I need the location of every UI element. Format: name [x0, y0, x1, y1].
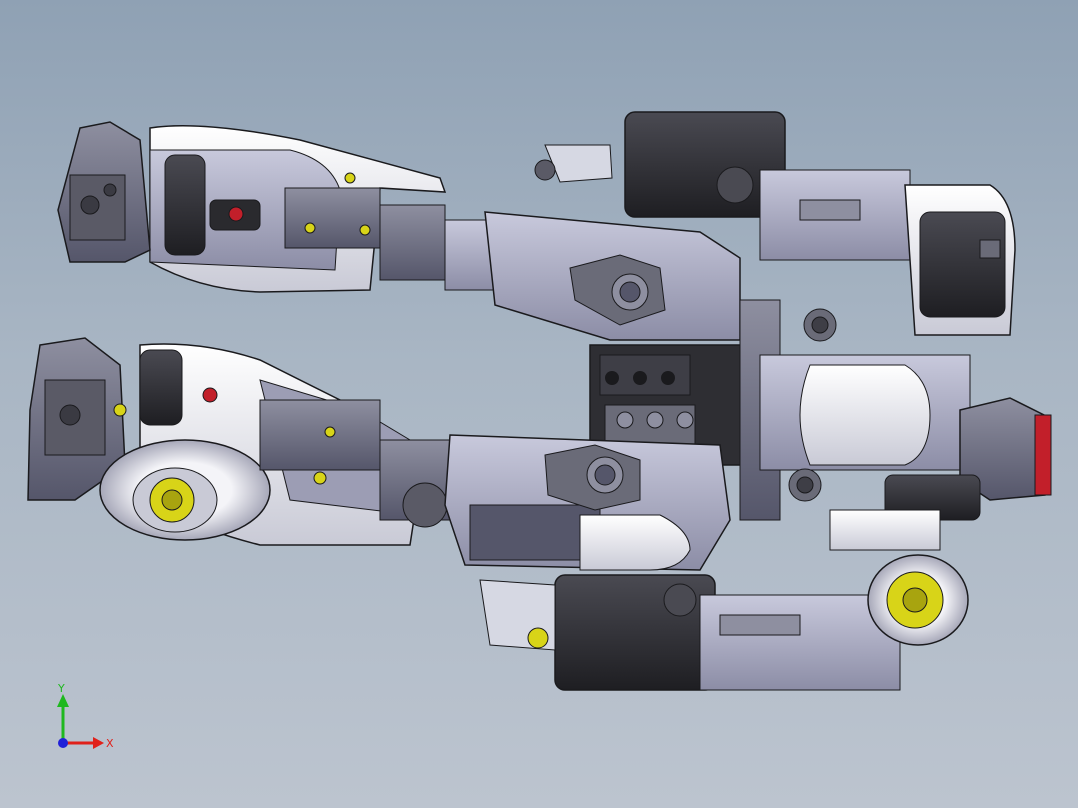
y-axis-arrow-icon — [57, 694, 69, 707]
lower-thigh-block[interactable] — [444, 434, 731, 571]
leg-wheel — [99, 439, 271, 541]
cad-3d-viewport[interactable]: Y X — [0, 0, 1078, 808]
upper-thigh-block[interactable] — [484, 211, 741, 341]
z-axis-dot-icon — [58, 738, 68, 748]
assembly-model[interactable] — [0, 0, 1078, 808]
arm-wheel — [867, 554, 969, 646]
lower-leg-assembly[interactable] — [27, 337, 461, 546]
x-axis-label: X — [106, 737, 114, 750]
lower-arm-assembly[interactable] — [479, 554, 969, 691]
axis-triad: Y X — [57, 682, 114, 750]
upper-leg-assembly[interactable] — [57, 121, 506, 293]
x-axis-arrow-icon — [93, 737, 104, 749]
y-axis-label: Y — [57, 682, 65, 695]
